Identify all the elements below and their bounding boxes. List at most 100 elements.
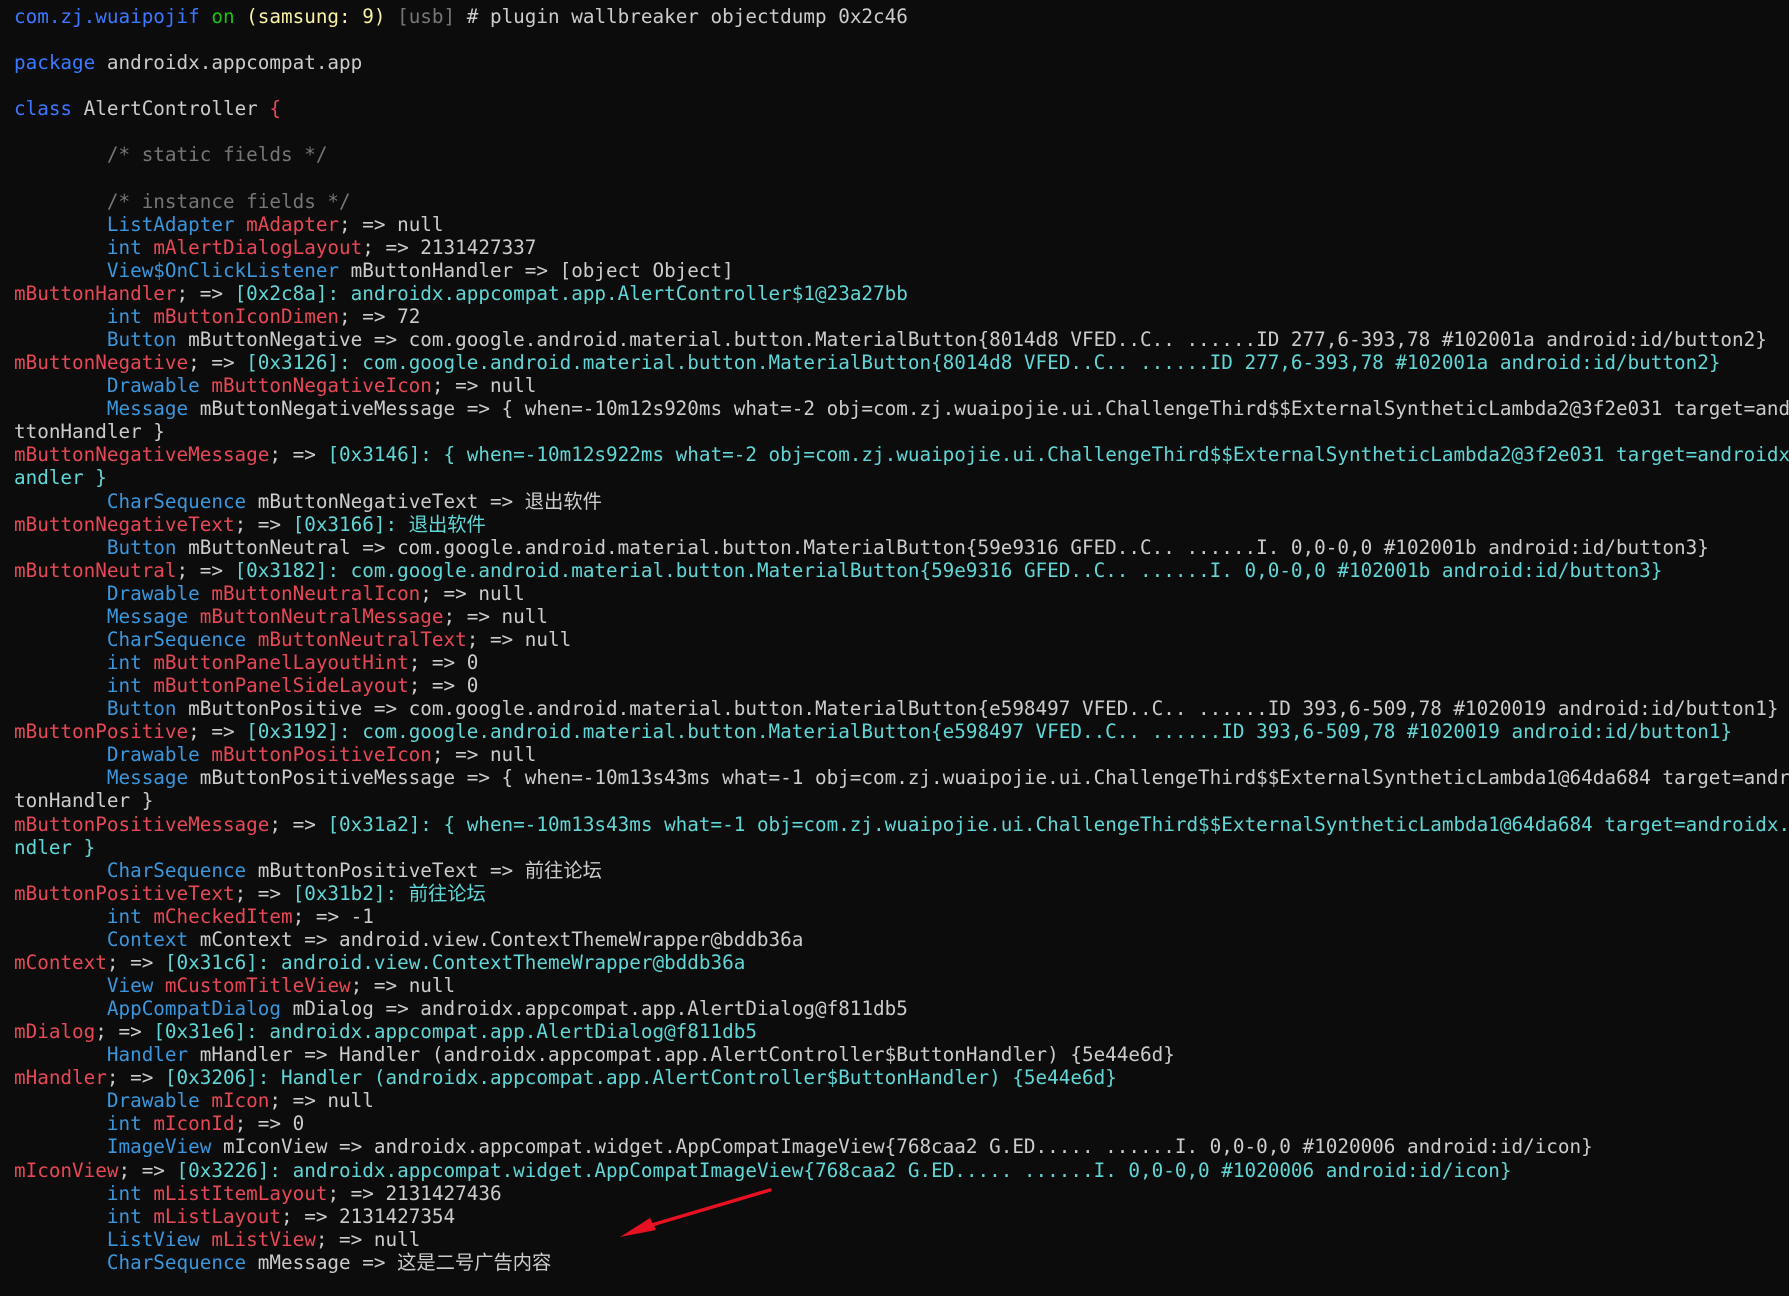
terminal-text-segment: mButtonNegativeIcon (211, 374, 432, 398)
terminal-text-segment: Message (14, 766, 200, 790)
red-arrow-head (620, 1218, 656, 1237)
terminal-text-segment: AppCompatDialog (14, 997, 293, 1020)
terminal-text-segment: ttonHandler } (14, 420, 165, 444)
terminal-text-segment: mCheckedItem (153, 904, 293, 928)
terminal-window[interactable]: com.zj.wuaipojif on (samsung: 9) [usb] #… (0, 0, 1789, 1296)
terminal-text-segment: mListItemLayout (153, 1181, 328, 1205)
terminal-line: CharSequence mMessage => 这是二号广告内容 (14, 1251, 551, 1274)
terminal-text-segment: ; => 72 (339, 304, 421, 328)
terminal-text-segment: (samsung: 9) (246, 5, 386, 28)
terminal-text-segment: mButtonPositiveText => 前往论坛 (257, 858, 602, 882)
terminal-text-segment: int (14, 1204, 154, 1228)
terminal-text-segment: ; => null (269, 1089, 374, 1113)
terminal-text-segment: /* instance fields */ (14, 189, 351, 213)
terminal-text-segment: ; => 0 (234, 1112, 305, 1136)
terminal-line: Button mButtonNegative => com.google.and… (14, 328, 1767, 351)
terminal-line: int mAlertDialogLayout; => 2131427337 (14, 235, 537, 259)
terminal-line: Context mContext => android.view.Context… (14, 927, 804, 951)
terminal-text-segment: package (14, 51, 96, 75)
terminal-text-segment: [0x31e6]: androidx.appcompat.app.AlertDi… (153, 1020, 757, 1044)
terminal-text-segment: mAdapter (246, 212, 340, 236)
terminal-text-segment: ; => 0 (408, 674, 479, 697)
terminal-text-segment: ; => null (431, 743, 537, 767)
terminal-text-segment: ; => null (443, 604, 548, 628)
terminal-text-segment: Drawable (14, 743, 212, 767)
terminal-text-segment: int (14, 235, 154, 259)
terminal-line: class AlertController { (14, 97, 281, 120)
terminal-text-segment: Context (14, 927, 200, 951)
terminal-text-segment: mHandler (14, 1066, 107, 1090)
terminal-line: View mCustomTitleView; => null (14, 974, 455, 997)
terminal-text-segment: mListLayout (153, 1204, 282, 1228)
terminal-line: int mListItemLayout; => 2131427436 (14, 1182, 502, 1205)
terminal-text-segment: mMessage => 这是二号广告内容 (257, 1250, 552, 1274)
terminal-line: Drawable mButtonNeutralIcon; => null (14, 582, 525, 605)
terminal-line: mButtonPositiveText; => [0x31b2]: 前往论坛 (14, 882, 486, 905)
terminal-text-segment: ; => 2131427337 (362, 235, 537, 259)
terminal-text-segment: ; => 2131427354 (281, 1204, 456, 1228)
terminal-text-segment: [0x31c6]: android.view.ContextThemeWrapp… (164, 950, 746, 974)
terminal-line: tonHandler } (14, 789, 153, 812)
terminal-line: Drawable mButtonPositiveIcon; => null (14, 743, 537, 767)
terminal-text-segment: ; => 0 (408, 651, 479, 674)
terminal-text-segment: int (14, 1112, 154, 1136)
terminal-line: mButtonPositive; => [0x3192]: com.google… (14, 720, 1732, 743)
terminal-text-segment: ListView (14, 1227, 212, 1251)
terminal-line: CharSequence mButtonNeutralText; => null (14, 628, 571, 651)
terminal-text-segment: mListView (211, 1227, 316, 1251)
terminal-text-segment: [0x3182]: com.google.android.material.bu… (234, 558, 1663, 582)
terminal-text-segment: [0x3206]: Handler (androidx.appcompat.ap… (164, 1066, 1117, 1090)
terminal-text-segment: tonHandler } (14, 789, 154, 813)
terminal-text-segment: Button (14, 328, 189, 351)
terminal-line: int mButtonPanelLayoutHint; => 0 (14, 651, 479, 674)
terminal-text-segment: ; => (106, 1066, 165, 1090)
terminal-text-segment: ; => (188, 351, 247, 375)
terminal-text-segment: [0x3146]: { when=-10m12s922ms what=-2 ob… (327, 443, 1789, 467)
terminal-text-segment: mIcon (211, 1089, 270, 1113)
terminal-text-segment: ; => null (339, 212, 444, 236)
terminal-line: mHandler; => [0x3206]: Handler (androidx… (14, 1066, 1117, 1089)
terminal-line: mButtonNeutral; => [0x3182]: com.google.… (14, 559, 1662, 582)
terminal-text-segment: mButtonNeutral => com.google.android.mat… (188, 535, 1709, 559)
terminal-text-segment: ListAdapter (14, 212, 247, 236)
terminal-line: int mButtonPanelSideLayout; => 0 (14, 674, 479, 697)
terminal-text-segment: Button (14, 535, 189, 559)
terminal-line: mDialog; => [0x31e6]: androidx.appcompat… (14, 1020, 757, 1043)
terminal-text-segment: mButtonNegativeText (14, 512, 235, 536)
terminal-line: ImageView mIconView => androidx.appcompa… (14, 1135, 1593, 1158)
terminal-text-segment: Drawable (14, 581, 212, 605)
terminal-text-segment: mButtonPanelLayoutHint (153, 651, 409, 674)
terminal-text-segment: mContext (14, 950, 107, 974)
terminal-text-segment: ; => -1 (292, 904, 374, 928)
terminal-text-segment: mButtonPositive (14, 720, 189, 744)
terminal-text-segment: mButtonPositive => com.google.android.ma… (188, 697, 1779, 721)
terminal-text-segment: CharSequence (14, 858, 258, 882)
terminal-line: /* instance fields */ (14, 190, 351, 213)
terminal-text-segment: mButtonIconDimen (153, 304, 340, 328)
terminal-text-segment: mDialog (14, 1020, 96, 1044)
terminal-text-segment: ndler } (14, 835, 96, 859)
terminal-text-segment: ; => (269, 443, 328, 467)
terminal-text-segment: { (269, 97, 281, 121)
terminal-text-segment: ; => null (420, 581, 525, 605)
terminal-line: Handler mHandler => Handler (androidx.ap… (14, 1043, 1175, 1066)
terminal-text-segment: mButtonHandler (14, 281, 177, 305)
terminal-text-segment: mButtonPanelSideLayout (153, 674, 409, 697)
terminal-text-segment: Button (14, 697, 189, 721)
terminal-line: mIconView; => [0x3226]: androidx.appcomp… (14, 1159, 1512, 1182)
terminal-text-segment: mIconId (153, 1112, 235, 1136)
terminal-text-segment: ; => null (315, 1227, 421, 1251)
terminal-text-segment: com.zj.wuaipojif (14, 5, 200, 28)
terminal-text-segment: CharSequence (14, 627, 258, 651)
terminal-line: int mListLayout; => 2131427354 (14, 1205, 455, 1228)
terminal-text-segment: ; => (176, 558, 235, 582)
terminal-line: ttonHandler } (14, 420, 165, 443)
terminal-text-segment: int (14, 1181, 154, 1205)
terminal-line: andler } (14, 466, 107, 489)
terminal-text-segment: mButtonNegativeMessage => { when=-10m12s… (199, 397, 1789, 421)
terminal-text-segment: mIconView => androidx.appcompat.widget.A… (222, 1135, 1593, 1159)
terminal-text-segment: mButtonPositiveMessage (14, 812, 270, 836)
terminal-text-segment: CharSequence (14, 489, 258, 513)
terminal-text-segment: Drawable (14, 1089, 212, 1113)
terminal-text-segment: mButtonHandler => [object Object] (350, 258, 734, 282)
